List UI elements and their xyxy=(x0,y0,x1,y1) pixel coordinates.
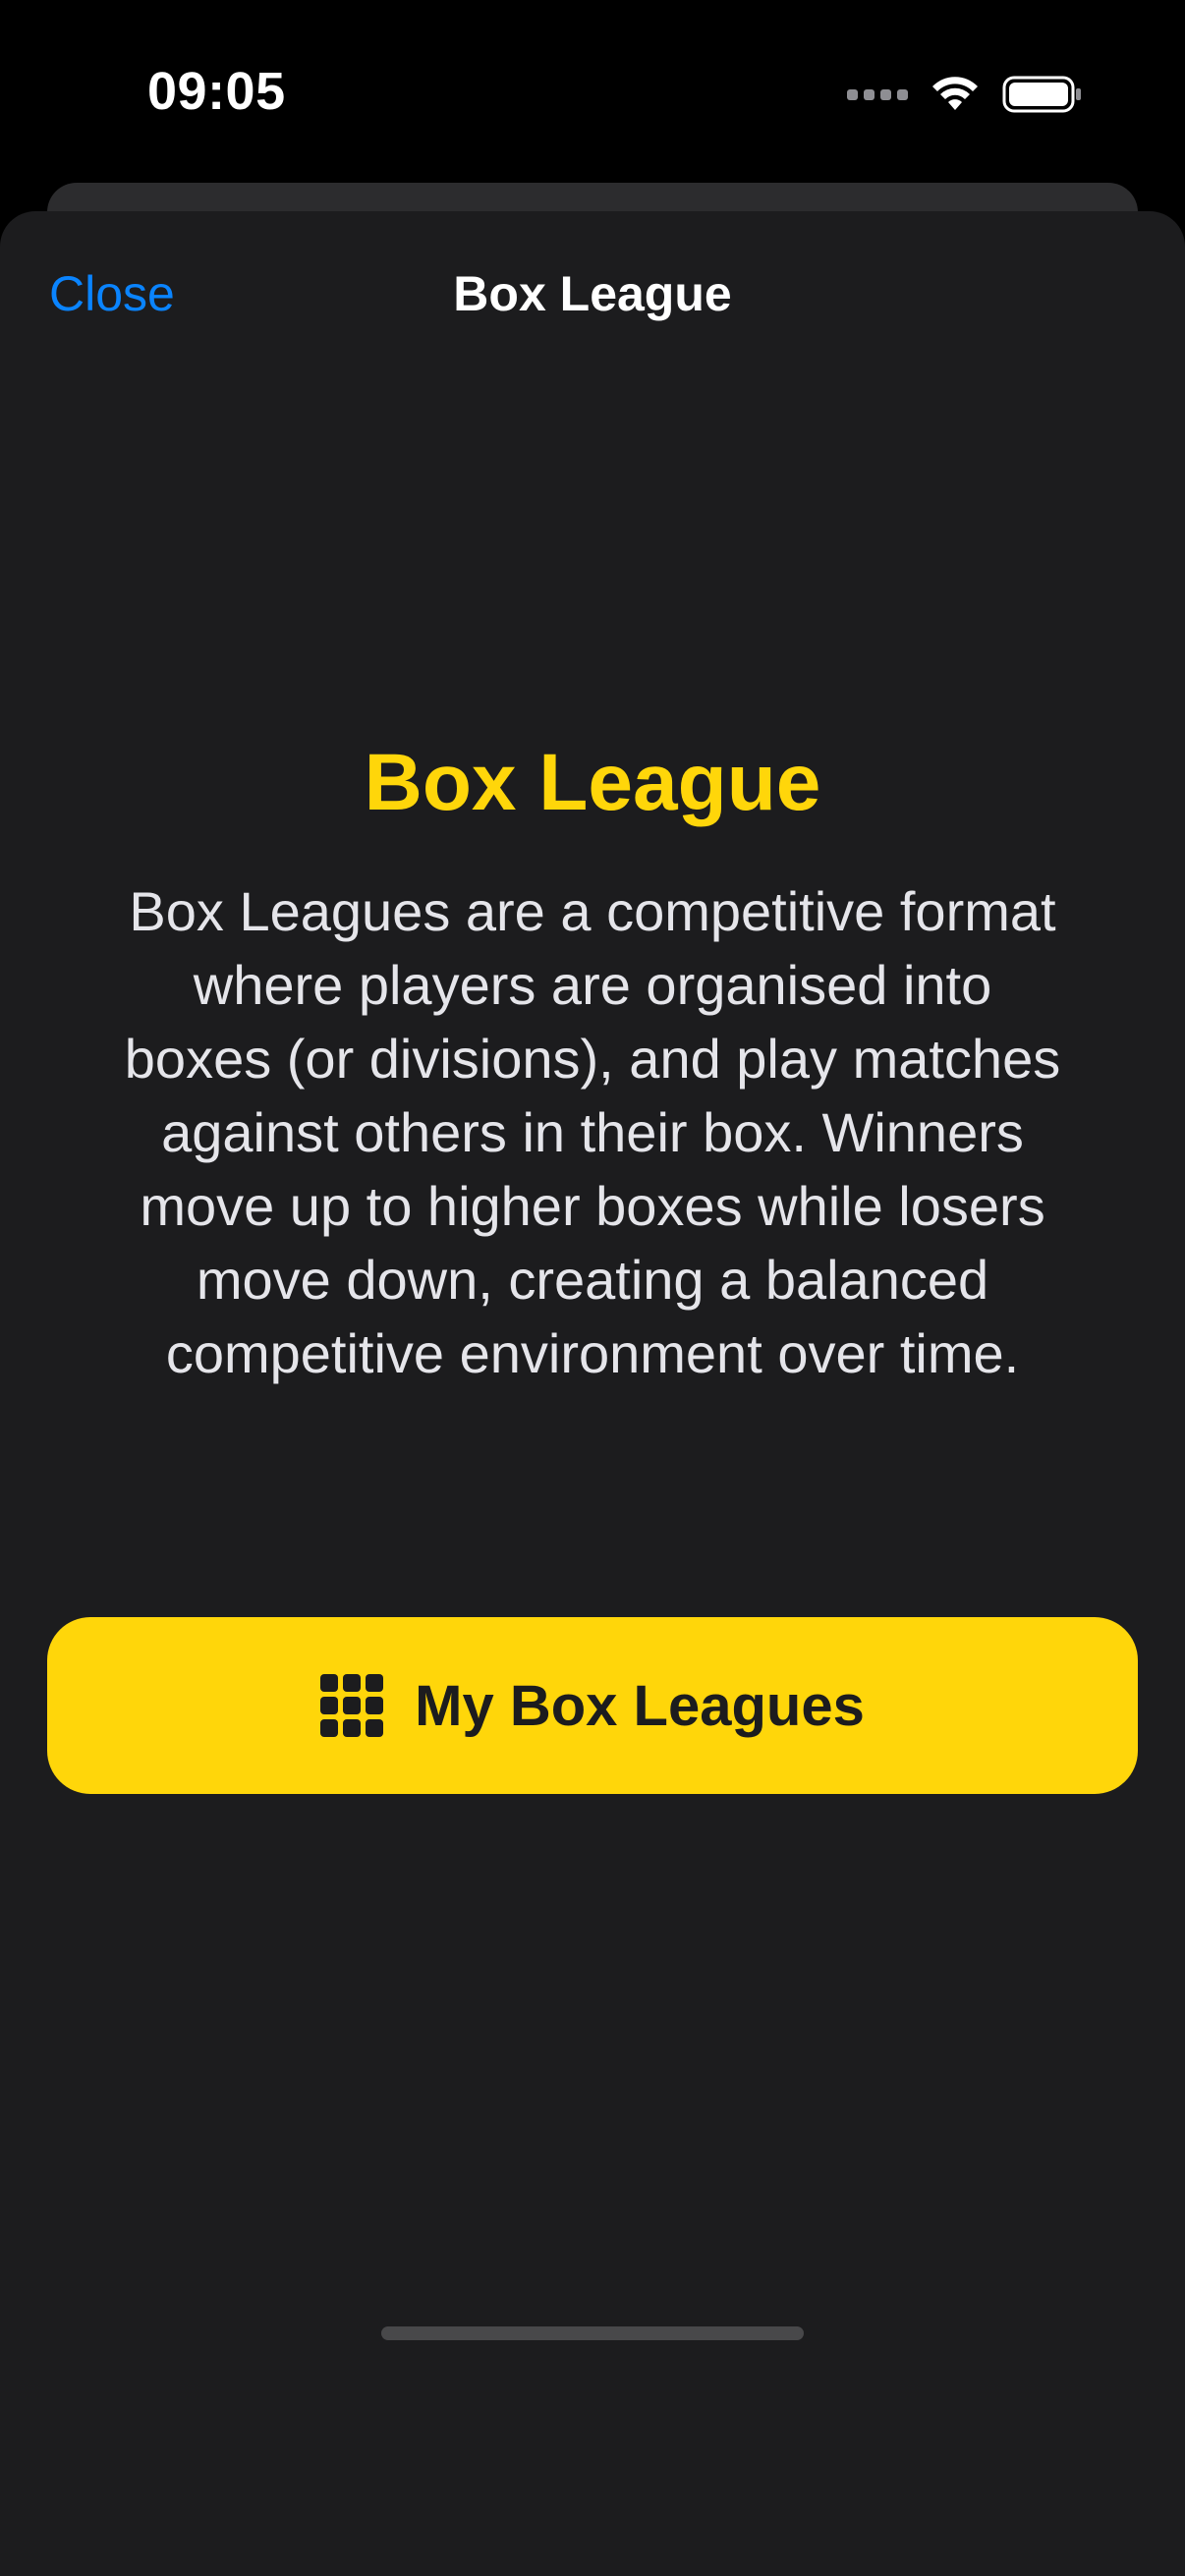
home-indicator xyxy=(381,2326,804,2340)
grid-icon xyxy=(320,1674,384,1737)
my-box-leagues-button[interactable]: My Box Leagues xyxy=(47,1617,1138,1794)
battery-icon xyxy=(1002,76,1081,113)
description-text: Box Leagues are a competitive format whe… xyxy=(124,880,1061,1384)
status-bar: 09:05 xyxy=(0,0,1185,187)
close-button[interactable]: Close xyxy=(49,265,175,322)
cellular-signal-icon xyxy=(847,88,908,100)
wifi-icon xyxy=(932,77,978,110)
nav-title: Box League xyxy=(453,266,732,321)
my-box-leagues-label: My Box Leagues xyxy=(415,1673,865,1738)
status-time: 09:05 xyxy=(147,62,286,121)
status-icons xyxy=(847,71,1083,118)
page-heading: Box League xyxy=(364,738,821,827)
modal-sheet: Box League Close xyxy=(0,211,1185,2576)
